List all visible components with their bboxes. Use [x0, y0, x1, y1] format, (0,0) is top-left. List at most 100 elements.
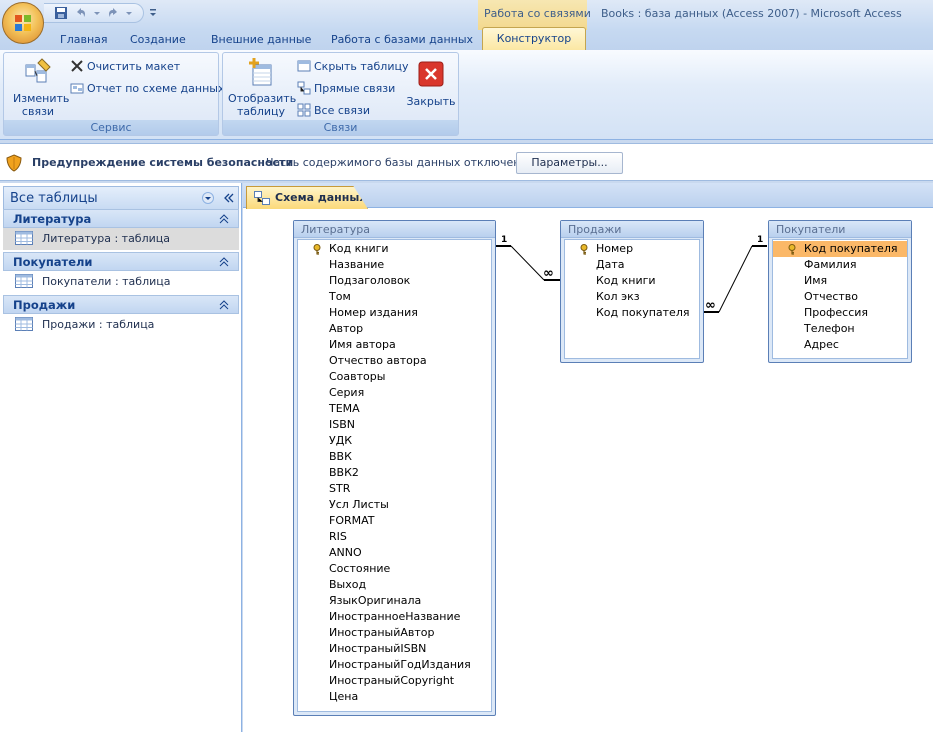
edit-links-button[interactable]: Изменить связи	[7, 57, 69, 118]
hide-table-button[interactable]: Скрыть таблицу	[297, 59, 409, 73]
nav-group-label: Литература	[13, 212, 92, 226]
field-row[interactable]: Серия	[298, 385, 491, 401]
redo-dropdown-icon[interactable]	[122, 6, 136, 20]
field-name: Имя автора	[329, 338, 396, 351]
field-row[interactable]: ВВК	[298, 449, 491, 465]
relationships-diagram: 1 ∞ 1 ∞ Литература Код книги Название Подз…	[243, 209, 933, 732]
schema-report-button[interactable]: Отчет по схеме данных	[70, 81, 224, 95]
field-row[interactable]: ЯзыкОригинала	[298, 593, 491, 609]
redo-icon[interactable]	[106, 6, 120, 20]
field-row[interactable]: Отчество автора	[298, 353, 491, 369]
field-row[interactable]: Отчество	[773, 289, 907, 305]
nav-item-sales-table[interactable]: Продажи : таблица	[3, 314, 239, 336]
field-name: Фамилия	[804, 258, 857, 271]
nav-item-label: Литература : таблица	[42, 232, 170, 245]
table-window-title[interactable]: Литература	[294, 221, 495, 238]
field-row[interactable]: Номер издания	[298, 305, 491, 321]
nav-header[interactable]: Все таблицы	[3, 186, 239, 210]
field-row[interactable]: УДК	[298, 433, 491, 449]
field-row[interactable]: Автор	[298, 321, 491, 337]
field-row[interactable]: Телефон	[773, 321, 907, 337]
field-row[interactable]: ИностраныйCopyright	[298, 673, 491, 689]
field-name: Кол экз	[596, 290, 640, 303]
nav-item-buyers-table[interactable]: Покупатели : таблица	[3, 271, 239, 293]
field-row[interactable]: ИностраныйISBN	[298, 641, 491, 657]
field-row[interactable]: Том	[298, 289, 491, 305]
field-row[interactable]: RIS	[298, 529, 491, 545]
customize-toolbar-icon[interactable]	[146, 6, 160, 20]
field-row[interactable]: Код книги	[298, 241, 491, 257]
collapse-group-icon[interactable]	[219, 257, 229, 267]
nav-item-literature-table[interactable]: Литература : таблица	[3, 228, 239, 250]
field-row[interactable]: Дата	[565, 257, 699, 273]
field-row[interactable]: Код покупателя	[565, 305, 699, 321]
field-row[interactable]: Цена	[298, 689, 491, 705]
nav-item-label: Продажи : таблица	[42, 318, 155, 331]
group-service: Изменить связи Очистить макет Отчет по с…	[3, 52, 224, 136]
field-row[interactable]: Фамилия	[773, 257, 907, 273]
field-row[interactable]: Состояние	[298, 561, 491, 577]
close-button[interactable]: Закрыть	[405, 61, 457, 108]
group-links-title: Связи	[223, 120, 458, 135]
tab-home[interactable]: Главная	[60, 33, 108, 46]
field-row[interactable]: ISBN	[298, 417, 491, 433]
field-row[interactable]: Подзаголовок	[298, 273, 491, 289]
field-row[interactable]: STR	[298, 481, 491, 497]
collapse-group-icon[interactable]	[219, 300, 229, 310]
table-window-buyers[interactable]: Покупатели Код покупателя Фамилия Имя Отчес…	[768, 220, 912, 363]
field-row[interactable]: FORMAT	[298, 513, 491, 529]
field-row[interactable]: Имя автора	[298, 337, 491, 353]
field-row[interactable]: ИностранноеНазвание	[298, 609, 491, 625]
field-row[interactable]: Профессия	[773, 305, 907, 321]
tab-create[interactable]: Создание	[130, 33, 186, 46]
field-row[interactable]: Адрес	[773, 337, 907, 353]
field-row[interactable]: Соавторы	[298, 369, 491, 385]
field-row[interactable]: Имя	[773, 273, 907, 289]
field-row[interactable]: ИностраныйАвтор	[298, 625, 491, 641]
cardinality-many-label: ∞	[543, 266, 554, 281]
field-row[interactable]: Название	[298, 257, 491, 273]
undo-dropdown-icon[interactable]	[90, 6, 104, 20]
field-row[interactable]: Номер	[565, 241, 699, 257]
direct-links-icon	[297, 81, 311, 95]
nav-group-literature[interactable]: Литература	[3, 209, 239, 228]
clear-layout-button[interactable]: Очистить макет	[70, 59, 180, 73]
field-row[interactable]: Кол экз	[565, 289, 699, 305]
field-name: ИностраныйCopyright	[329, 674, 455, 687]
tab-external-data[interactable]: Внешние данные	[211, 33, 311, 46]
collapse-pane-icon[interactable]	[223, 192, 235, 204]
office-button[interactable]	[2, 2, 44, 44]
all-links-button[interactable]: Все связи	[297, 103, 370, 117]
nav-group-buyers[interactable]: Покупатели	[3, 252, 239, 271]
field-name: RIS	[329, 530, 347, 543]
undo-icon[interactable]	[74, 6, 88, 20]
table-window-sales[interactable]: Продажи Номер Дата Код книги Кол экз Код пок…	[560, 220, 704, 363]
show-table-button[interactable]: Отобразить таблицу	[226, 57, 296, 118]
field-row[interactable]: Код покупателя	[773, 241, 907, 257]
document-tab-bar: Схема данных	[243, 183, 933, 209]
field-row[interactable]: ВВК2	[298, 465, 491, 481]
collapse-group-icon[interactable]	[219, 214, 229, 224]
field-row[interactable]: ИностраныйГодИздания	[298, 657, 491, 673]
field-row[interactable]: Выход	[298, 577, 491, 593]
field-name: Состояние	[329, 562, 391, 575]
table-icon	[15, 317, 33, 331]
field-row[interactable]: Усл Листы	[298, 497, 491, 513]
tab-relationships[interactable]: Схема данных	[246, 186, 368, 209]
tab-constructor[interactable]: Конструктор	[482, 27, 586, 50]
tab-database-tools[interactable]: Работа с базами данных	[331, 33, 473, 46]
nav-group-sales[interactable]: Продажи	[3, 295, 239, 314]
field-row[interactable]: ТЕМА	[298, 401, 491, 417]
field-row[interactable]: ANNO	[298, 545, 491, 561]
table-window-literature[interactable]: Литература Код книги Название Подзаголовок…	[293, 220, 496, 716]
save-icon[interactable]	[54, 6, 68, 20]
title-bar: Работа со связями Books : база данных (A…	[0, 0, 933, 48]
security-options-button[interactable]: Параметры...	[516, 152, 623, 174]
table-window-title[interactable]: Продажи	[561, 221, 703, 238]
direct-links-button[interactable]: Прямые связи	[297, 81, 395, 95]
table-window-title[interactable]: Покупатели	[769, 221, 911, 238]
field-row[interactable]: Код книги	[565, 273, 699, 289]
navigation-pane: Все таблицы Литература Литература : табл…	[0, 183, 242, 732]
field-name: ИностраныйГодИздания	[329, 658, 471, 671]
nav-dropdown-icon[interactable]	[202, 192, 214, 204]
